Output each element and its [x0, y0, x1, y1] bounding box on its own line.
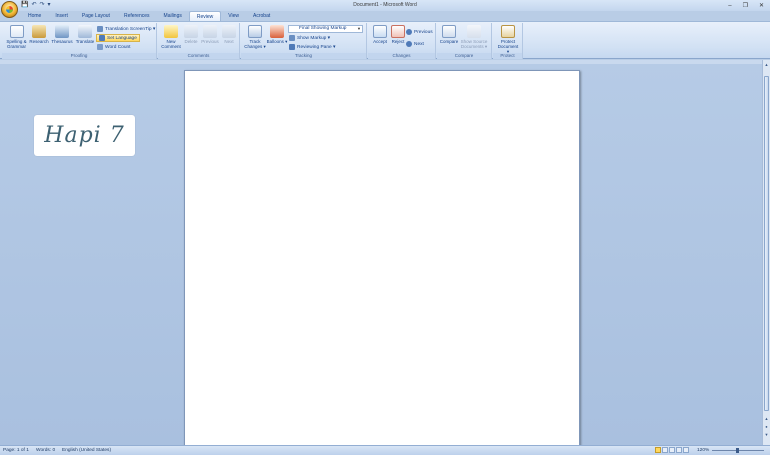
- spelling-grammar-button[interactable]: Spelling & Grammar: [4, 25, 29, 52]
- previous-change-button[interactable]: Previous: [406, 28, 433, 36]
- ribbon: Spelling & Grammar Research Thesaurus Tr…: [0, 21, 770, 59]
- tracking-group: Track Changes ▾ Balloons ▾ Final Showing…: [241, 23, 367, 59]
- next-comment-button[interactable]: Next: [218, 25, 240, 52]
- thesaurus-book-icon: [55, 25, 69, 38]
- full-screen-reading-view-icon[interactable]: [662, 447, 668, 453]
- next-page-icon[interactable]: ▼: [764, 432, 769, 437]
- comments-group: New Comment Delete Previous Next Comment…: [158, 23, 240, 59]
- tab-page-layout[interactable]: Page Layout: [75, 11, 117, 21]
- protect-group: Protect Document ▾ Protect: [493, 23, 523, 59]
- status-bar: Page: 1 of 1 Words: 0 English (United St…: [0, 445, 770, 455]
- translate-icon: [78, 25, 92, 38]
- thesaurus-button[interactable]: Thesaurus: [51, 25, 73, 52]
- proofing-group: Spelling & Grammar Research Thesaurus Tr…: [2, 23, 157, 59]
- previous-page-icon[interactable]: ▲: [764, 416, 769, 421]
- tab-acrobat[interactable]: Acrobat: [246, 11, 277, 21]
- comments-group-label: Comments: [158, 53, 239, 59]
- view-buttons: [655, 447, 689, 453]
- print-layout-view-icon[interactable]: [655, 447, 661, 453]
- chevron-down-icon: ▼: [357, 26, 361, 31]
- display-for-review-dropdown[interactable]: Final Showing Markup ▼: [288, 25, 363, 33]
- arrow-left-icon: [406, 29, 412, 35]
- show-source-documents-button[interactable]: Show Source Documents ▾: [459, 25, 489, 52]
- new-comment-button[interactable]: New Comment: [160, 25, 182, 52]
- document-page[interactable]: [184, 70, 580, 446]
- compare-group-label: Compare: [437, 53, 491, 59]
- word-count-status[interactable]: Words: 0: [36, 446, 55, 455]
- previous-comment-icon: [203, 25, 217, 38]
- tab-view[interactable]: View: [221, 11, 246, 21]
- reject-cross-icon: [391, 25, 405, 38]
- minimize-button[interactable]: –: [728, 3, 731, 9]
- proofing-group-label: Proofing: [2, 53, 156, 59]
- compare-button[interactable]: Compare: [438, 25, 460, 52]
- draft-view-icon[interactable]: [683, 447, 689, 453]
- show-markup-button[interactable]: Show Markup ▾: [289, 34, 330, 42]
- vertical-scrollbar[interactable]: ▲ ▲ ● ▼: [762, 60, 770, 445]
- research-book-icon: [32, 25, 46, 38]
- next-comment-icon: [222, 25, 236, 38]
- track-changes-icon: [248, 25, 262, 38]
- office-button-icon[interactable]: [1, 1, 18, 18]
- language-status[interactable]: English (United States): [62, 446, 111, 455]
- word-count-button[interactable]: Word Count: [97, 43, 131, 51]
- window-controls: – ❐ ✕: [728, 0, 764, 11]
- research-button[interactable]: Research: [28, 25, 50, 52]
- web-layout-view-icon[interactable]: [669, 447, 675, 453]
- source-documents-icon: [467, 25, 481, 38]
- protect-document-button[interactable]: Protect Document ▾: [496, 25, 520, 54]
- tab-insert[interactable]: Insert: [48, 11, 75, 21]
- spelling-check-icon: [9, 25, 24, 38]
- tab-references[interactable]: References: [117, 11, 157, 21]
- compare-documents-icon: [442, 25, 456, 38]
- changes-group-label: Changes: [368, 53, 435, 59]
- next-change-button[interactable]: Next: [406, 40, 424, 48]
- track-changes-button[interactable]: Track Changes ▾: [243, 25, 267, 52]
- reviewing-pane-icon: [289, 44, 295, 50]
- tab-home[interactable]: Home: [21, 11, 48, 21]
- set-language-button[interactable]: Set Language: [96, 34, 140, 42]
- ruler-strip: [0, 60, 770, 64]
- reviewing-pane-button[interactable]: Reviewing Pane ▾: [289, 43, 335, 51]
- compare-group: Compare Show Source Documents ▾ Compare: [437, 23, 492, 59]
- tab-review[interactable]: Review: [188, 11, 222, 21]
- show-markup-icon: [289, 35, 295, 41]
- browse-object-icon[interactable]: ●: [764, 424, 769, 429]
- tracking-group-label: Tracking: [241, 53, 366, 59]
- translation-screentip-button[interactable]: Translation ScreenTip ▾: [97, 25, 155, 33]
- window-title: Document1 - Microsoft Word: [353, 2, 417, 8]
- zoom-slider[interactable]: [712, 448, 764, 453]
- title-bar: 💾 ↶ ↷ ▾ Document1 - Microsoft Word – ❐ ✕: [0, 0, 770, 11]
- screentip-icon: [97, 26, 103, 32]
- balloons-button[interactable]: Balloons ▾: [266, 25, 288, 52]
- word-count-icon: [97, 44, 103, 50]
- translate-button[interactable]: Translate: [74, 25, 96, 52]
- delete-comment-icon: [184, 25, 198, 38]
- restore-button[interactable]: ❐: [743, 2, 748, 9]
- protect-group-label: Protect: [493, 53, 522, 59]
- zoom-slider-knob[interactable]: [736, 448, 739, 453]
- arrow-right-icon: [406, 41, 412, 47]
- changes-group: Accept Reject Previous Next Changes: [368, 23, 436, 59]
- close-button[interactable]: ✕: [759, 2, 764, 9]
- scroll-up-icon[interactable]: ▲: [764, 62, 769, 67]
- zoom-level[interactable]: 120%: [697, 446, 709, 455]
- tab-mailings[interactable]: Mailings: [157, 11, 189, 21]
- ribbon-tabs: Home Insert Page Layout References Maili…: [21, 11, 277, 21]
- language-icon: [99, 35, 105, 41]
- accept-check-icon: [373, 25, 387, 38]
- scrollbar-thumb[interactable]: [764, 76, 769, 411]
- page-count[interactable]: Page: 1 of 1: [3, 446, 29, 455]
- outline-view-icon[interactable]: [676, 447, 682, 453]
- new-comment-icon: [164, 25, 178, 38]
- lock-document-icon: [501, 25, 515, 38]
- balloons-icon: [270, 25, 284, 38]
- hapi-7-sticker: Hapi 7: [34, 115, 135, 156]
